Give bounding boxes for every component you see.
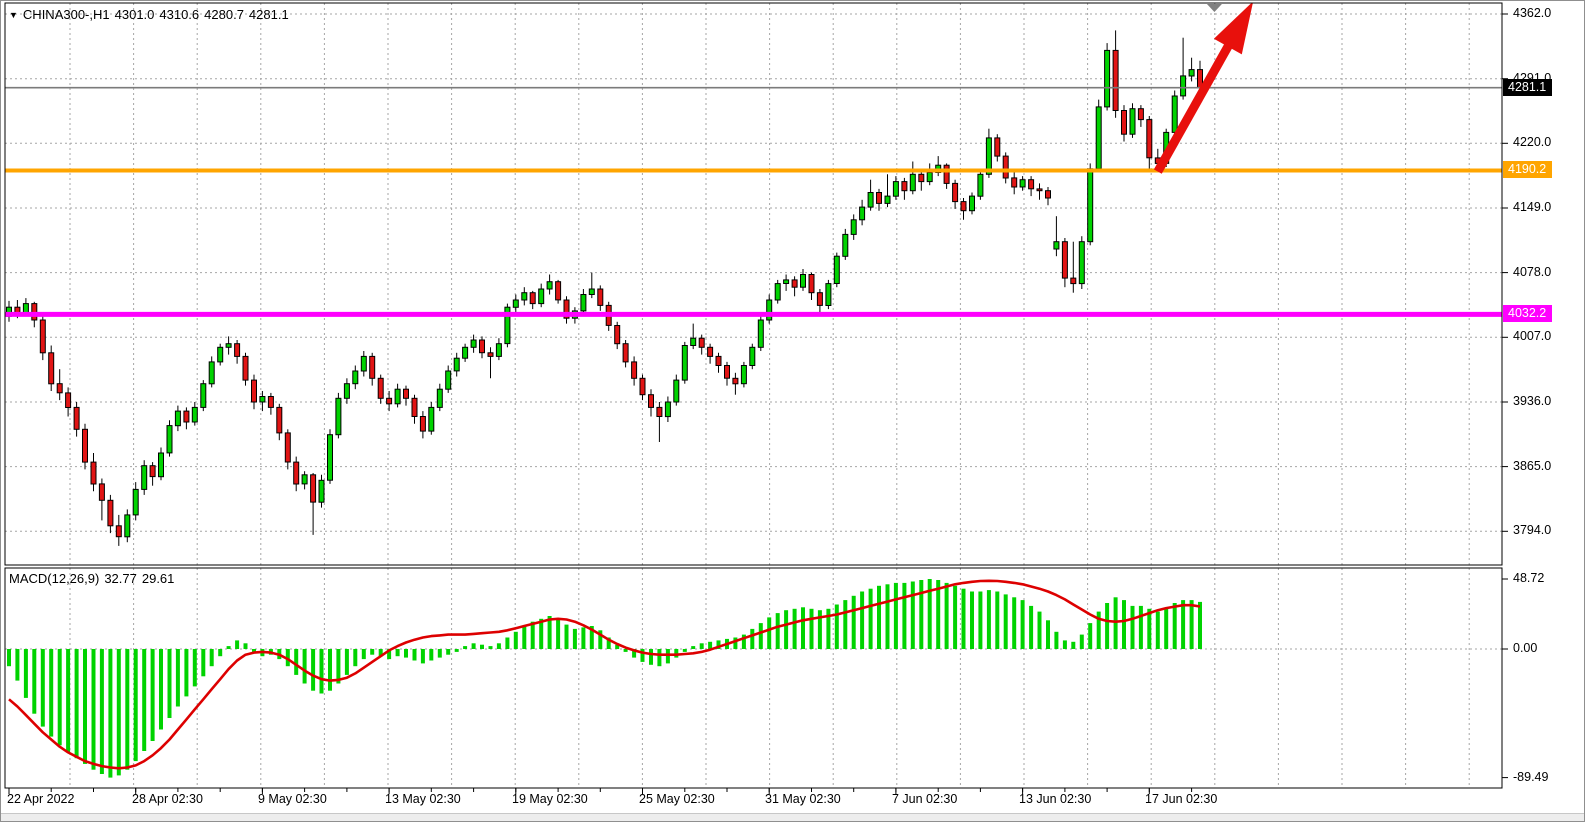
resistance-price-badge: 4190.2 [1503, 161, 1552, 178]
price-axis-label: 3865.0 [1513, 459, 1551, 474]
time-axis-label: 19 May 02:30 [512, 792, 588, 807]
time-axis-label: 9 May 02:30 [258, 792, 327, 807]
time-axis-label: 22 Apr 2022 [7, 792, 74, 807]
chart-canvas[interactable] [1, 1, 1585, 822]
time-axis-label: 17 Jun 02:30 [1145, 792, 1217, 807]
price-axis-label: 4362.0 [1513, 6, 1551, 21]
legend-high-value: 4310.6 [159, 7, 199, 22]
symbol-title: CHINA300-,H1 [23, 7, 110, 22]
macd-axis-label: 0.00 [1513, 641, 1537, 656]
time-axis-label: 31 May 02:30 [765, 792, 841, 807]
time-axis-label: 7 Jun 02:30 [892, 792, 957, 807]
support-price-badge: 4032.2 [1503, 305, 1552, 322]
price-axis-label: 4220.0 [1513, 135, 1551, 150]
mt4-chart-window: ▼ CHINA300-,H1 4301.0 4310.6 4280.7 4281.1 MA… [0, 0, 1585, 822]
legend-open-value: 4301.0 [115, 7, 155, 22]
time-axis-label: 28 Apr 02:30 [132, 792, 203, 807]
price-axis-label: 4078.0 [1513, 265, 1551, 280]
price-axis-label: 3936.0 [1513, 394, 1551, 409]
window-background [1, 1, 1585, 822]
time-axis-label: 25 May 02:30 [639, 792, 715, 807]
price-axis-label: 4007.0 [1513, 329, 1551, 344]
macd-indicator-name: MACD(12,26,9) [9, 571, 99, 586]
macd-main-value: 32.77 [104, 571, 137, 586]
time-axis-label: 13 May 02:30 [385, 792, 461, 807]
macd-signal-value: 29.61 [142, 571, 175, 586]
window-bottom-strip [1, 813, 1585, 822]
legend-close-value: 4281.1 [249, 7, 289, 22]
price-axis-label: 4149.0 [1513, 200, 1551, 215]
legend-low-value: 4280.7 [204, 7, 244, 22]
macd-legend: MACD(12,26,9) 32.77 29.61 [9, 571, 174, 586]
current-price-badge: 4281.1 [1503, 79, 1552, 96]
time-axis-label: 13 Jun 02:30 [1019, 792, 1091, 807]
chart-legend: ▼ CHINA300-,H1 4301.0 4310.6 4280.7 4281.1 [9, 7, 289, 22]
macd-axis-label: 48.72 [1513, 571, 1544, 586]
price-axis-label: 3794.0 [1513, 523, 1551, 538]
macd-axis-label: -89.49 [1513, 770, 1548, 785]
symbol-dropdown-icon[interactable]: ▼ [9, 10, 18, 20]
time-axis[interactable]: 22 Apr 2022 28 Apr 02:30 9 May 02:30 13 May… [1, 789, 1585, 813]
